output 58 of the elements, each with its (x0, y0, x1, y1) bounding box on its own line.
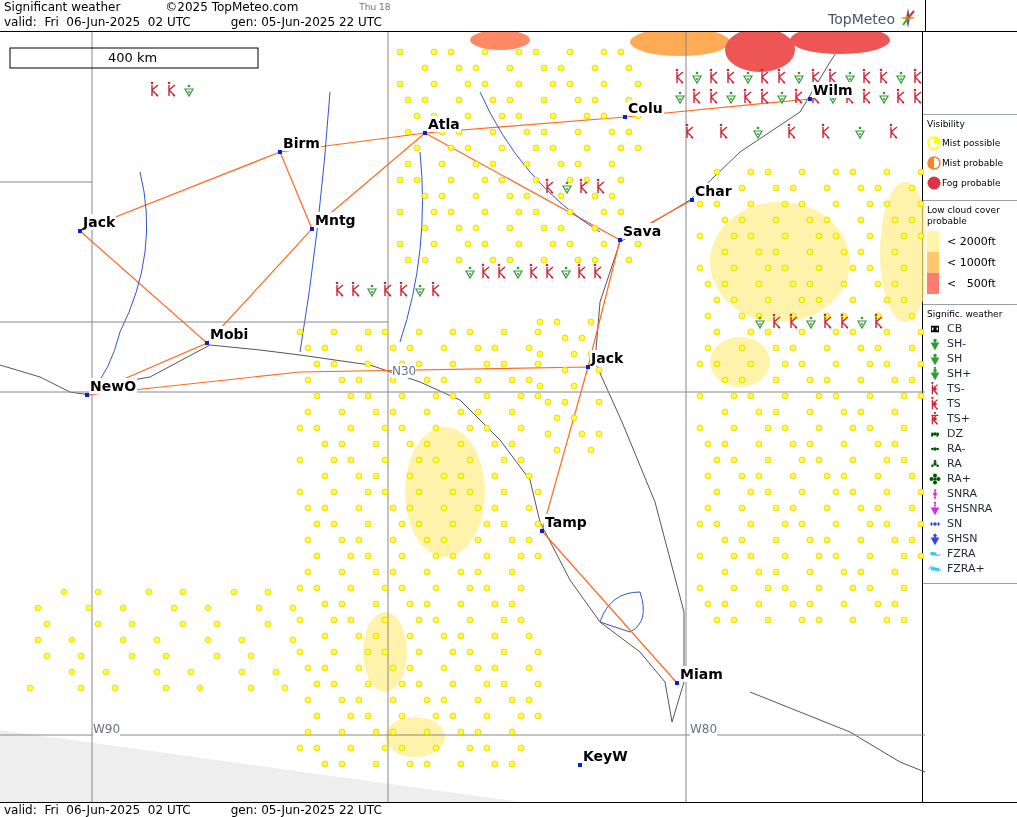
city-label: Jack (590, 350, 625, 366)
legend-label: < 1000ft (947, 257, 996, 268)
weather-symbol-icon (927, 366, 943, 381)
weather-symbol-icon (927, 336, 943, 351)
city-label: Tamp (544, 514, 588, 530)
legend-label: RA (947, 458, 962, 469)
legend-label: DZ (947, 428, 963, 439)
legend-label: < 500ft (947, 278, 996, 289)
legend-label: RA+ (947, 473, 971, 484)
grid-label: N30 (392, 364, 417, 378)
legend-label: SHSN (947, 533, 978, 544)
legend-label: TS- (947, 383, 965, 394)
legend-label: SNRA (947, 488, 977, 499)
brand-logo-text: TopMeteo (828, 10, 895, 29)
legend-label: TS (947, 398, 961, 409)
legend-label: SH (947, 353, 963, 364)
legend-label: SH+ (947, 368, 972, 379)
weather-symbol-icon (927, 351, 943, 366)
city-label: Miam (679, 666, 724, 682)
valid-time: valid: Fri 06-Jun-2025 02 UTC (4, 803, 191, 817)
city-label: Birm (282, 135, 321, 151)
legend-label: < 2000ft (947, 236, 996, 247)
weather-symbol-icon (927, 471, 943, 486)
time-label: Thu 18 (359, 1, 391, 14)
legend-label: RA- (947, 443, 966, 454)
city-label: KeyW (582, 748, 629, 764)
city-label: Char (694, 183, 733, 199)
legend-heading: Low cloud cover probable (927, 205, 1001, 227)
legend-label: TS+ (947, 413, 970, 424)
city-label: Sava (622, 223, 663, 239)
grid-label: W90 (93, 722, 121, 736)
legend-heading: Visibility (927, 119, 966, 130)
legend-heading: Signific. weather (927, 309, 1004, 320)
city-label: Colu (627, 100, 664, 116)
legend-label: Fog probable (942, 177, 1001, 189)
city-label: Atla (427, 116, 461, 132)
map-title: Significant weather (4, 0, 121, 15)
generated-time: gen: 05-Jun-2025 22 UTC (230, 15, 382, 30)
city-label: NewO (89, 378, 138, 394)
legend-label: Mist possible (942, 137, 1001, 149)
weather-symbol-icon (927, 501, 943, 516)
legend-label: SH- (947, 338, 967, 349)
scale-label: 400 km (108, 51, 158, 65)
legend-label: Mist probable (942, 157, 1004, 169)
city-label: Mntg (314, 212, 357, 228)
grid-label: W80 (690, 722, 718, 736)
generated-time: gen: 05-Jun-2025 22 UTC (230, 803, 382, 817)
city-label: Wilm (812, 82, 854, 98)
legend-label: SN (947, 518, 963, 529)
legend-label: FZRA (947, 548, 976, 559)
weather-symbol-icon (927, 531, 943, 546)
legend-label: CB (947, 323, 963, 334)
copyright-text: ©2025 TopMeteo.com (165, 0, 299, 15)
city-label: Jack (82, 214, 117, 230)
legend-label: SHSNRA (947, 503, 993, 514)
legend-label: FZRA+ (947, 563, 985, 574)
valid-time: valid: Fri 06-Jun-2025 02 UTC (4, 15, 191, 30)
city-label: Mobi (209, 326, 250, 342)
